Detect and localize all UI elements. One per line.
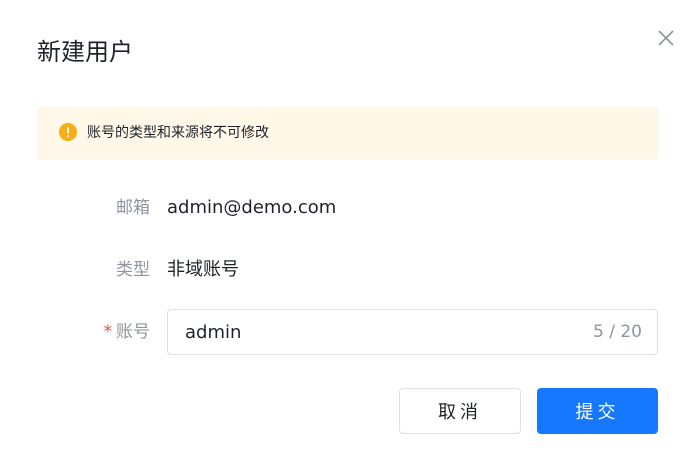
- cancel-button[interactable]: 取消: [399, 388, 521, 434]
- email-label: 邮箱: [116, 198, 150, 218]
- type-row: 类型 非域账号: [0, 258, 694, 304]
- warning-icon: [59, 123, 77, 141]
- required-mark: *: [103, 322, 113, 342]
- email-value: admin@demo.com: [167, 197, 337, 218]
- account-label: 账号: [116, 322, 150, 342]
- close-icon: [652, 24, 680, 52]
- dialog-title: 新建用户: [37, 38, 133, 66]
- notice-banner: 账号的类型和来源将不可修改: [37, 107, 658, 160]
- account-input-box[interactable]: 5 / 20: [167, 309, 658, 355]
- account-input[interactable]: [185, 310, 565, 354]
- notice-text: 账号的类型和来源将不可修改: [87, 125, 269, 141]
- submit-button[interactable]: 提交: [537, 388, 658, 434]
- close-button[interactable]: [652, 24, 680, 52]
- type-label: 类型: [116, 260, 150, 280]
- char-count: 5 / 20: [593, 322, 642, 342]
- create-user-dialog: 新建用户 账号的类型和来源将不可修改 邮箱 admin@demo.com 类型 …: [0, 0, 694, 460]
- account-label-group: * 账号: [104, 320, 151, 344]
- email-row: 邮箱 admin@demo.com: [0, 196, 694, 242]
- type-value: 非域账号: [167, 259, 239, 280]
